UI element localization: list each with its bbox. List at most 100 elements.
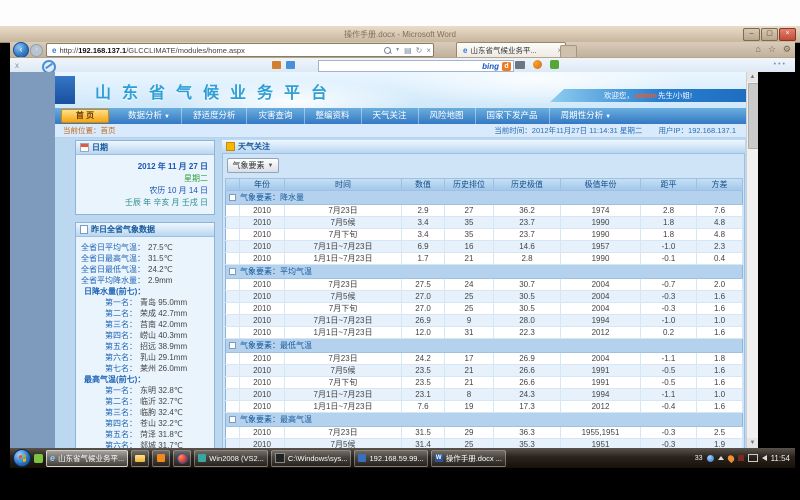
back-button[interactable]: ‹ [13,42,29,58]
taskbar-window-button[interactable]: C:\Windows\sys... [271,450,352,467]
table-cell: 1.8 [641,217,697,229]
taskbar-media-app-button[interactable] [173,450,191,467]
taskbar-orange-app-button[interactable] [152,450,170,467]
menu-item[interactable]: 国家下发产品 [475,107,549,125]
row-checkbox-cell [226,229,240,241]
favorites-star-icon[interactable]: ☆ [768,44,776,55]
address-bar[interactable]: e http://192.168.137.1/GLCCLIMATE/module… [46,43,434,57]
close-button[interactable]: × [779,28,796,41]
ranking-item: 第六名：乳山 29.1mm [79,352,211,363]
table-cell: 30.7 [494,279,561,291]
minimize-button[interactable]: – [743,28,760,41]
row-checkbox-cell [226,291,240,303]
action-center-flag-icon[interactable] [738,455,744,461]
maximize-button[interactable]: ▢ [761,28,778,41]
row-checkbox-cell [226,427,240,439]
checkbox[interactable] [229,342,236,349]
more-icon[interactable]: ••• [774,61,787,68]
hidden-icons-arrow[interactable] [718,456,724,460]
page-body: 日期 2012 年 11 月 27 日 星期二 农历 10 月 14 日 壬辰 … [55,138,746,448]
paw-icon[interactable] [533,60,542,69]
table-cell: 2010 [240,241,285,253]
table-cell: 4.8 [697,217,743,229]
tray-blue-icon[interactable] [707,455,714,462]
column-header: 极值年份 [561,179,641,191]
menu-item[interactable]: 灾害查询 [246,107,303,125]
table-cell: 2004 [561,353,641,365]
checkbox[interactable] [229,194,236,201]
header-blue-block [55,76,75,104]
table-cell: 2010 [240,353,285,365]
pinned-app-green-icon[interactable] [34,454,43,463]
taskbar-folder-button[interactable] [131,450,149,467]
table-cell: 6.9 [402,241,445,253]
browser-tab[interactable]: e 山东省气候业务平... × [456,42,566,58]
taskbar-window-button[interactable]: Win2008 (VS2... [194,450,268,467]
search-icon[interactable] [384,47,391,54]
menu-item[interactable]: 天气关注 [361,107,418,125]
menu-item[interactable]: 整编资料 [304,107,361,125]
settings-gear-icon[interactable]: ⚙ [783,44,791,55]
table-cell: 7月下旬 [285,303,402,315]
table-cell: 1974 [561,205,641,217]
taskbar-window-button[interactable]: 192.168.59.99... [354,450,427,467]
taskbar-window-button[interactable]: W操作手册.docx ... [431,450,506,467]
orange-app-icon[interactable]: d [502,62,511,71]
mail-icon[interactable] [286,61,295,69]
menu-item-home[interactable]: 首 页 [61,109,109,123]
table-cell: 2010 [240,365,285,377]
table-cell: 7月5候 [285,365,402,377]
menu-item[interactable]: 舒适度分析 [181,107,247,125]
table-cell: 2010 [240,315,285,327]
volume-icon[interactable] [762,455,767,461]
tray-flame-icon[interactable] [726,453,735,462]
start-button[interactable] [13,449,31,467]
group-cell: 气象要素：平均气温 [226,265,743,279]
welcome-prefix: 欢迎您， [604,90,634,101]
taskbar-button-label: 操作手册.docx ... [446,453,502,464]
checkbox[interactable] [229,416,236,423]
table-cell: 1957 [561,241,641,253]
system-tray: 33 11:54 [695,454,792,463]
stop-icon[interactable]: × [426,46,431,55]
table-cell: 29 [445,427,494,439]
table-cell: 22.3 [494,327,561,339]
camera-icon[interactable] [515,61,525,69]
scroll-down-icon[interactable]: ▼ [747,438,758,448]
toolbar-close-icon[interactable]: x [15,61,19,70]
taskbar-window-button[interactable]: e山东省气候业务平... [46,450,128,467]
compatibility-icon[interactable]: ▤ [404,46,412,55]
page-scrollbar[interactable]: ▲ ▼ [746,72,758,448]
checkbox[interactable] [229,268,236,275]
table-cell: -0.3 [641,291,697,303]
menu-item[interactable]: 风险地图 [418,107,475,125]
forward-button[interactable]: › [30,44,43,57]
table-cell: -0.1 [641,253,697,265]
search-box[interactable]: bing d [318,60,514,72]
card-icon[interactable] [272,61,281,69]
table-cell: 25 [445,291,494,303]
home-icon[interactable]: ⌂ [755,44,760,55]
puzzle-icon[interactable] [550,60,559,69]
group-row: 气象要素：平均气温 [226,265,743,279]
element-filter-button[interactable]: 气象要素 ▼ [227,158,279,173]
network-monitor-icon[interactable] [748,454,758,462]
menu-item[interactable]: 数据分析▼ [117,107,181,125]
clock[interactable]: 11:54 [771,454,790,463]
table-cell: 24 [445,279,494,291]
table-row: 20107月1日~7月23日23.1824.31994-1.11.0 [226,389,743,401]
document-icon [80,225,88,234]
table-cell: -0.4 [641,401,697,413]
weather-focus-title: 天气关注 [238,141,270,152]
table-cell: 1994 [561,389,641,401]
rank-label: 第四名： [105,418,137,429]
dropdown-icon[interactable]: ▼ [395,47,400,53]
scroll-up-icon[interactable]: ▲ [747,72,758,82]
folder-icon [135,455,145,462]
breadcrumb: 当前位置：首页 [55,125,116,136]
table-row: 20107月5候23.52126.61991-0.51.6 [226,365,743,377]
row-checkbox-cell [226,389,240,401]
refresh-icon[interactable]: ↻ [416,46,423,55]
menu-item[interactable]: 周期性分析▼ [549,107,622,125]
weather-table: 年份时间数值历史排位历史极值极值年份距平方差 气象要素：降水量20107月23日… [225,178,743,448]
